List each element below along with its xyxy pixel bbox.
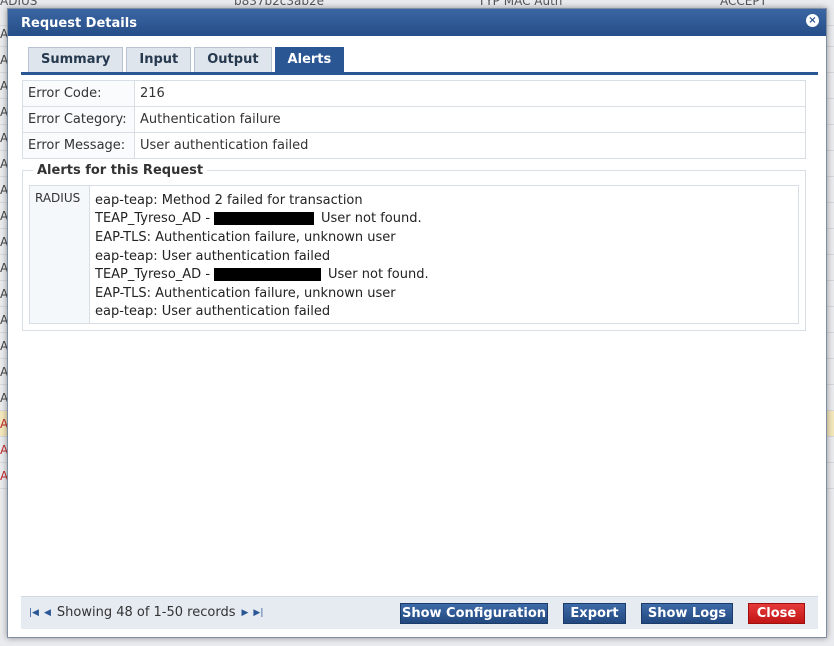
next-page-icon[interactable]: ▶ xyxy=(241,608,248,618)
error-message-value: User authentication failed xyxy=(134,132,806,159)
alert-line-prefix: TEAP_Tyreso_AD - xyxy=(95,211,211,227)
previous-page-icon[interactable]: ◀ xyxy=(44,608,51,618)
bg-cell-service: TYP MAC Auth xyxy=(478,0,563,8)
tab-input[interactable]: Input xyxy=(126,47,192,73)
show-logs-button[interactable]: Show Logs xyxy=(641,603,733,624)
alert-line: eap-teap: User authentication failed xyxy=(95,304,331,320)
alerts-table: RADIUS eap-teap: Method 2 failed for tra… xyxy=(29,185,799,324)
alert-line: TEAP_Tyreso_AD - User not found. xyxy=(95,210,429,229)
alert-line: EAP-TLS: Authentication failure, unknown… xyxy=(95,229,396,245)
error-category-value: Authentication failure xyxy=(134,106,806,133)
pager-status: Showing 48 of 1-50 records xyxy=(56,605,236,620)
alert-line: eap-teap: User authentication failed xyxy=(95,248,331,264)
table-row: Error Message: User authentication faile… xyxy=(22,132,806,159)
error-category-label: Error Category: xyxy=(22,106,135,133)
error-message-label: Error Message: xyxy=(22,132,135,159)
error-details-table: Error Code: 216 Error Category: Authenti… xyxy=(22,80,806,159)
table-row: Error Code: 216 xyxy=(22,80,806,107)
table-row: Error Category: Authentication failure xyxy=(22,106,806,133)
export-button[interactable]: Export xyxy=(563,603,626,624)
tab-underline xyxy=(21,72,818,75)
pagination: |◀ ◀ Showing 48 of 1-50 records ▶ ▶| xyxy=(29,605,268,620)
redaction-block xyxy=(214,212,315,226)
tab-summary[interactable]: Summary xyxy=(28,47,124,73)
error-code-label: Error Code: xyxy=(22,80,135,107)
first-page-icon[interactable]: |◀ xyxy=(29,608,39,618)
alert-line-prefix: TEAP_Tyreso_AD - xyxy=(95,267,211,283)
error-code-value: 216 xyxy=(134,80,806,107)
alert-line: EAP-TLS: Authentication failure, unknown… xyxy=(95,285,396,301)
show-configuration-button[interactable]: Show Configuration xyxy=(400,603,548,624)
alerts-legend: Alerts for this Request xyxy=(33,163,208,178)
bg-cell-type: ADIUS xyxy=(0,0,38,8)
alert-line: eap-teap: Method 2 failed for transactio… xyxy=(95,192,363,208)
request-details-dialog: Request Details × Summary Input Output A… xyxy=(7,8,827,638)
alert-line: TEAP_Tyreso_AD - User not found. xyxy=(95,265,429,284)
alert-source: RADIUS xyxy=(30,186,90,323)
tab-output[interactable]: Output xyxy=(194,47,272,73)
dialog-title: Request Details xyxy=(21,16,137,31)
dialog-footer: |◀ ◀ Showing 48 of 1-50 records ▶ ▶| Sho… xyxy=(21,596,818,629)
alert-line-suffix: User not found. xyxy=(328,267,429,283)
dialog-titlebar: Request Details × xyxy=(8,9,826,36)
close-icon[interactable]: × xyxy=(806,14,819,27)
alert-messages: eap-teap: Method 2 failed for transactio… xyxy=(90,186,429,323)
bg-cell-status: ACCEPT xyxy=(720,0,767,8)
close-button[interactable]: Close xyxy=(748,603,805,624)
alerts-fieldset: Alerts for this Request RADIUS eap-teap:… xyxy=(22,163,806,331)
last-page-icon[interactable]: ▶| xyxy=(253,608,263,618)
tab-bar: Summary Input Output Alerts xyxy=(28,47,345,73)
alert-line-suffix: User not found. xyxy=(321,211,422,227)
bg-cell-id: b837b2c3ab2e xyxy=(234,0,324,8)
redaction-block xyxy=(214,268,322,282)
tab-alerts[interactable]: Alerts xyxy=(274,47,345,73)
